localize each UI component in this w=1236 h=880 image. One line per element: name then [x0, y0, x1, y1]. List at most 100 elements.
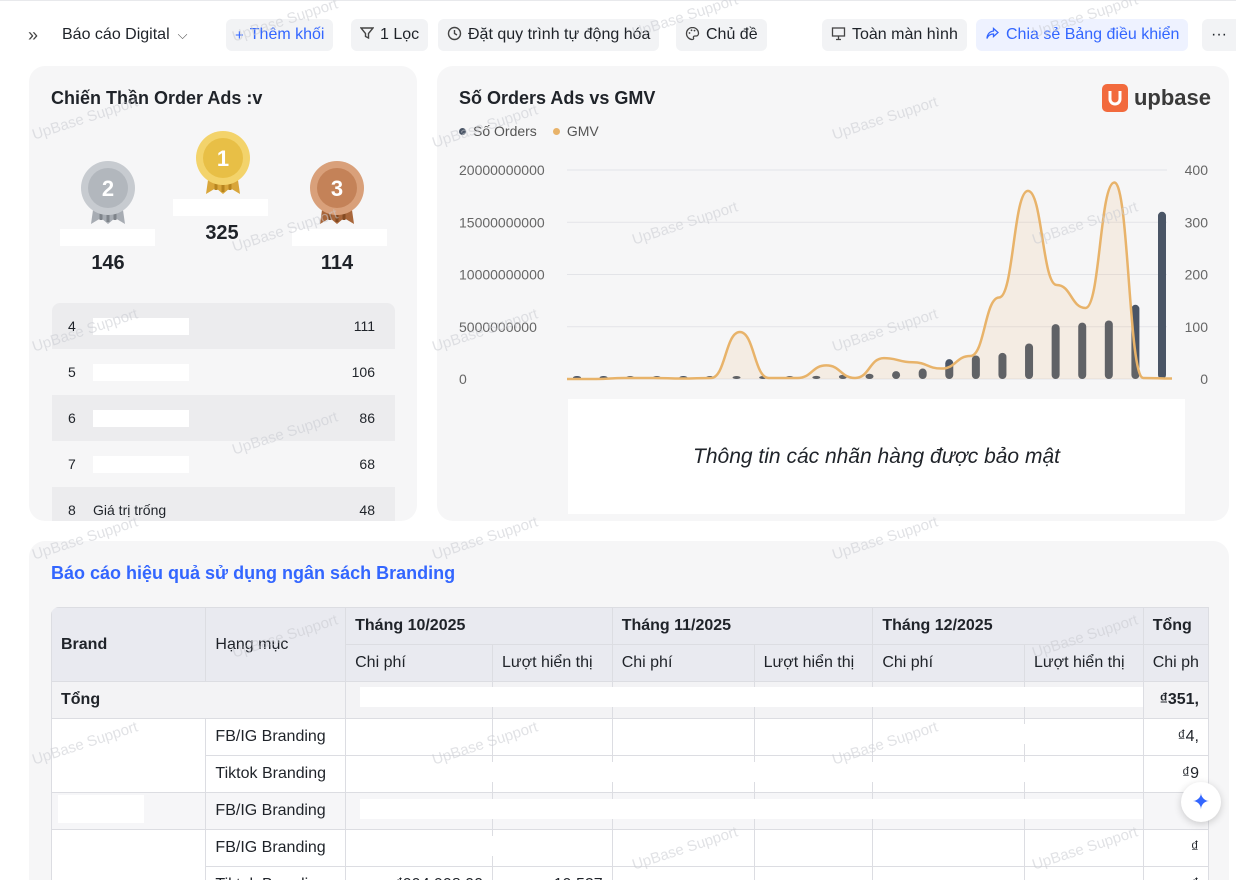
- header-cost[interactable]: Chi phí: [345, 644, 493, 682]
- more-button[interactable]: ···: [1202, 19, 1236, 51]
- category-cell: Tiktok Branding: [205, 866, 347, 880]
- rank-number: 7: [68, 456, 76, 472]
- privacy-mask: [360, 762, 1143, 782]
- rank-row[interactable]: 4 111: [52, 303, 395, 349]
- report-selector[interactable]: Báo cáo Digital ⌵: [62, 19, 187, 51]
- table-cell: [491, 718, 613, 756]
- report-name: Báo cáo Digital: [62, 26, 170, 43]
- double-chevron-right-icon: »: [28, 24, 39, 45]
- presentation-icon: [831, 26, 846, 45]
- table-cell: [753, 829, 874, 867]
- table-cell: [345, 718, 493, 756]
- automation-label: Đặt quy trình tự động hóa: [468, 26, 651, 43]
- rank-name: Giá trị trống: [93, 501, 167, 518]
- theme-button[interactable]: Chủ đề: [676, 19, 767, 51]
- filter-button[interactable]: 1 Lọc: [351, 19, 429, 51]
- header-total[interactable]: Tổng: [1142, 607, 1209, 645]
- privacy-mask: [900, 724, 1143, 744]
- rank-name-masked: [93, 455, 189, 473]
- table-cell: [872, 866, 1025, 880]
- rank-row[interactable]: 7 68: [52, 441, 395, 487]
- podium-value-1: 325: [205, 222, 239, 244]
- total-cost-cell: ₫: [1142, 829, 1209, 867]
- header-cost[interactable]: Chi phí: [611, 644, 755, 682]
- header-month-nov[interactable]: Tháng 11/2025: [611, 607, 874, 645]
- rank-row[interactable]: 8 Giá trị trống 48: [52, 487, 395, 521]
- podium-value-3: 114: [320, 252, 354, 274]
- rank-name-masked: [93, 363, 189, 381]
- rank-number: 5: [68, 364, 76, 380]
- fullscreen-label: Toàn màn hình: [852, 26, 958, 43]
- leaderboard-card: Chiến Thần Order Ads :v 2 146 1 325 3 11…: [29, 66, 417, 521]
- rank-number: 6: [68, 410, 76, 426]
- y-right-tick-label: 100: [1185, 319, 1209, 335]
- rank-row[interactable]: 5 106: [52, 349, 395, 395]
- header-total-cost[interactable]: Chi ph: [1142, 644, 1209, 682]
- privacy-mask: [360, 799, 1143, 819]
- table-cell: [1023, 829, 1144, 867]
- svg-text:1: 1: [217, 146, 229, 171]
- clock-automation-icon: [447, 26, 462, 45]
- y-left-tick-label: 5000000000: [459, 319, 537, 335]
- table-cell: [611, 829, 755, 867]
- header-cost[interactable]: Chi phí: [872, 644, 1025, 682]
- svg-text:2: 2: [102, 176, 114, 201]
- table-cell: [1023, 866, 1144, 880]
- oct-cost-cell: ₫994,998.00: [345, 866, 493, 880]
- toolbar: » Báo cáo Digital ⌵ + Thêm khối 1 Lọc Đặ…: [0, 0, 1236, 66]
- total-cost-cell: ₫: [1142, 866, 1209, 880]
- category-cell: FB/IG Branding: [205, 792, 347, 830]
- privacy-mask: [360, 836, 605, 856]
- more-icon: ···: [1211, 26, 1227, 43]
- rank-value: 86: [359, 410, 375, 426]
- orders-gmv-chart-card: Số Orders Ads vs GMV upbase Số Orders GM…: [437, 66, 1229, 521]
- share-label: Chia sẻ Bảng điều khiển: [1006, 26, 1180, 43]
- automation-button[interactable]: Đặt quy trình tự động hóa: [438, 19, 660, 51]
- podium-value-2: 146: [91, 252, 125, 274]
- branding-report-title: Báo cáo hiệu quả sử dụng ngân sách Brand…: [51, 563, 456, 583]
- ai-assistant-button[interactable]: ✦: [1181, 782, 1221, 822]
- rank-name-masked: [93, 409, 189, 427]
- table-cell: [753, 866, 874, 880]
- plus-icon: +: [235, 26, 244, 44]
- table-row: FB/IG Branding ₫: [51, 829, 1209, 880]
- header-month-dec[interactable]: Tháng 12/2025: [872, 607, 1144, 645]
- rank-value: 106: [351, 364, 375, 380]
- rank-value: 111: [353, 318, 375, 334]
- y-left-tick-label: 0: [459, 371, 467, 387]
- rank-value: 48: [359, 502, 375, 518]
- chevron-down-icon: ⌵: [177, 27, 188, 42]
- rank-number: 8: [68, 502, 76, 518]
- expand-sidebar-button[interactable]: »: [28, 19, 38, 51]
- privacy-mask: [53, 742, 148, 770]
- total-cost-cell: ₫4,: [1142, 718, 1209, 756]
- header-views[interactable]: Lượt hiển thị: [491, 644, 613, 682]
- gmv-area: [567, 182, 1172, 379]
- header-views[interactable]: Lượt hiển thị: [1023, 644, 1144, 682]
- share-icon: [985, 26, 1000, 45]
- y-right-tick-label: 200: [1185, 267, 1209, 283]
- leaderboard-title: Chiến Thần Order Ads :v: [51, 88, 263, 108]
- add-block-button[interactable]: + Thêm khối: [226, 19, 334, 51]
- share-dashboard-button[interactable]: Chia sẻ Bảng điều khiển: [976, 19, 1189, 51]
- winner-name-mask-3: [292, 229, 387, 246]
- header-month-oct[interactable]: Tháng 10/2025: [345, 607, 613, 645]
- table-cell: [611, 866, 755, 880]
- rank-value: 68: [359, 456, 375, 472]
- rank-row[interactable]: 6 86: [52, 395, 395, 441]
- header-views[interactable]: Lượt hiển thị: [753, 644, 874, 682]
- table-cell: [872, 829, 1025, 867]
- header-category[interactable]: Hạng mục: [205, 607, 347, 682]
- add-block-label: Thêm khối: [249, 26, 325, 43]
- silver-medal-icon: 2: [79, 160, 137, 231]
- fullscreen-button[interactable]: Toàn màn hình: [822, 19, 967, 51]
- privacy-mask: [360, 687, 1143, 707]
- total-label: Tổng: [51, 681, 347, 719]
- filter-label: 1 Lọc: [380, 26, 420, 43]
- privacy-mask: [58, 795, 144, 823]
- header-brand[interactable]: Brand: [51, 607, 207, 682]
- y-left-tick-label: 15000000000: [459, 214, 545, 230]
- category-cell: FB/IG Branding: [205, 718, 347, 756]
- rank-number: 4: [68, 318, 76, 334]
- category-cell: FB/IG Branding: [205, 829, 347, 867]
